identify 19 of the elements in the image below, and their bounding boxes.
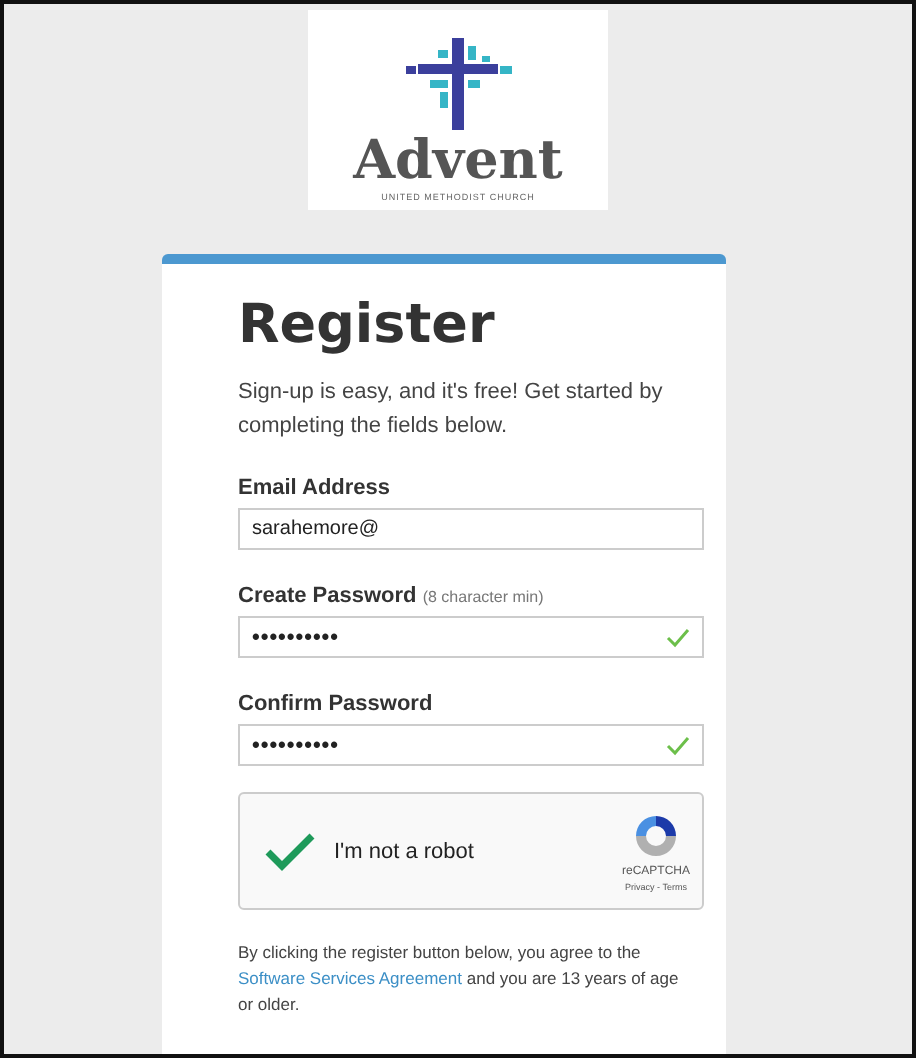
password-field[interactable]: •••••••••• xyxy=(238,724,704,766)
field-label: Email Address xyxy=(238,476,391,500)
captcha-label: I'm not a robot xyxy=(334,839,476,863)
cross-icon xyxy=(402,38,514,130)
check-icon xyxy=(666,735,690,755)
field-value: •••••••••• xyxy=(252,733,340,757)
agreement-link[interactable]: Software Services Agreement xyxy=(238,968,462,988)
field-value: sarahemore@ xyxy=(252,518,380,540)
field-value: •••••••••• xyxy=(252,625,340,649)
form-title: Register xyxy=(238,294,495,356)
captcha-check-icon[interactable] xyxy=(264,829,316,873)
intro-text: Sign-up is easy, and it's free! Get started by completing the fields below. xyxy=(238,378,665,442)
logo-name: Advent xyxy=(353,134,563,188)
agreement-text: By clicking the register button below, you agree to the Software Services Agreement and you are 13 years of age or older. xyxy=(238,940,681,1018)
check-icon xyxy=(666,627,690,647)
field-label: Create Password (8 character min) xyxy=(238,584,544,608)
password-field[interactable]: •••••••••• xyxy=(238,616,704,658)
email-field[interactable]: sarahemore@ xyxy=(238,508,704,550)
field-label: Confirm Password xyxy=(238,692,433,716)
